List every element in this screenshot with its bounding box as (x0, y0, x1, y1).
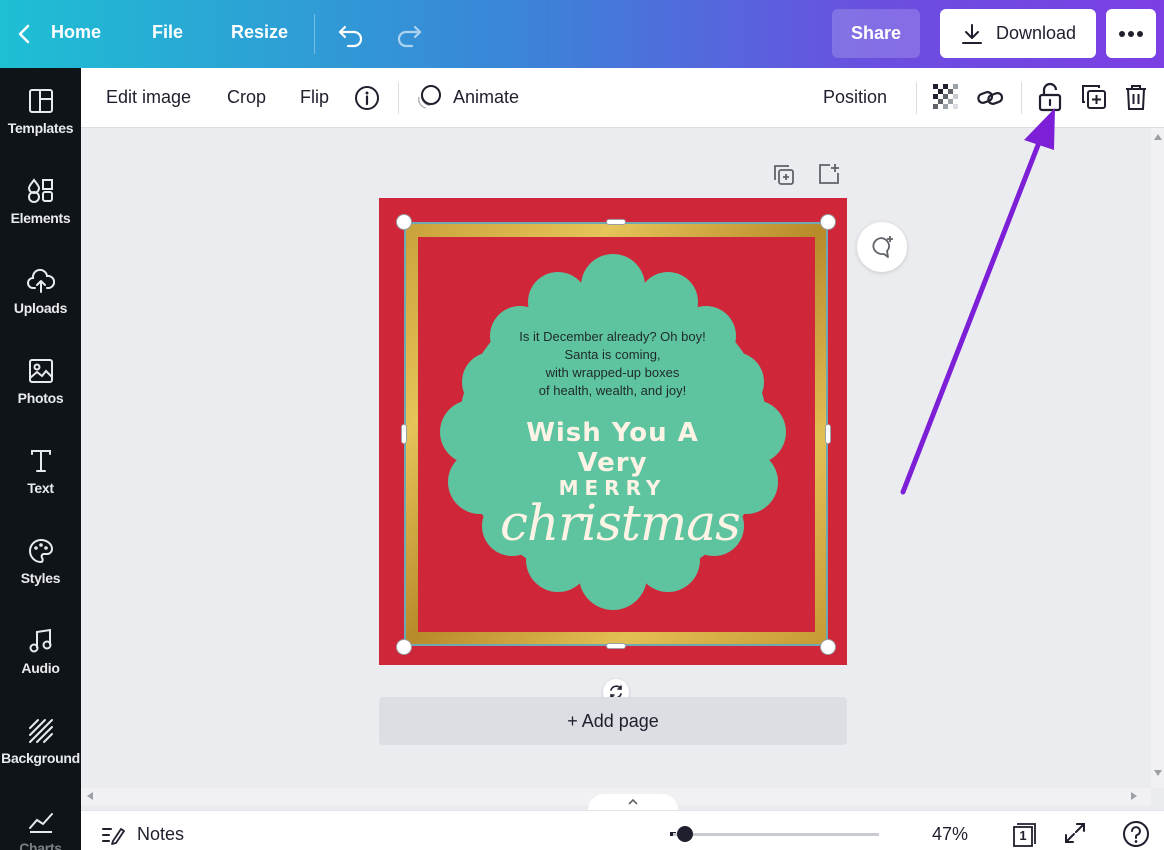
sidebar-item-elements[interactable]: Elements (0, 158, 81, 248)
background-icon (28, 719, 53, 743)
uploads-icon (26, 268, 55, 293)
sidebar-label: Photos (17, 390, 64, 406)
photos-icon (28, 359, 53, 383)
scroll-right-icon[interactable] (1131, 792, 1137, 800)
zoom-percentage[interactable]: 47% (932, 824, 968, 845)
resize-handle-left[interactable] (401, 424, 407, 444)
animate-icon[interactable] (415, 83, 443, 116)
charts-icon (28, 813, 53, 833)
scroll-left-icon[interactable] (87, 792, 93, 800)
animate-button[interactable]: Animate (453, 87, 519, 108)
page-count: 1 (1019, 828, 1027, 843)
elements-icon (27, 178, 53, 203)
edit-image-button[interactable]: Edit image (106, 87, 191, 108)
lock-icon[interactable] (1038, 82, 1062, 117)
redo-icon[interactable] (394, 19, 424, 49)
flip-button[interactable]: Flip (300, 87, 329, 108)
resize-handle-right[interactable] (825, 424, 831, 444)
add-page-icon[interactable] (818, 163, 840, 190)
resize-handle-bottom-left[interactable] (396, 639, 412, 655)
sidebar-label: Templates (7, 120, 74, 136)
duplicate-page-icon[interactable] (773, 164, 795, 191)
sidebar-label: Styles (20, 570, 61, 586)
collapse-pages-tab[interactable] (588, 794, 678, 810)
sidebar-label: Text (27, 480, 54, 496)
trash-icon[interactable] (1124, 83, 1148, 116)
transparency-icon[interactable] (933, 84, 959, 115)
text-icon (30, 450, 51, 472)
sidebar-label: Charts (19, 840, 62, 850)
bottom-bar: Notes 47% 1 (81, 810, 1164, 850)
templates-icon (28, 89, 53, 113)
scroll-down-icon[interactable] (1154, 770, 1162, 776)
vertical-scrollbar[interactable] (1151, 128, 1164, 788)
resize-handle-bottom-right[interactable] (820, 639, 836, 655)
more-dots-icon (1119, 30, 1143, 37)
resize-handle-bottom[interactable] (606, 643, 626, 649)
crop-button[interactable]: Crop (227, 87, 266, 108)
add-page-button[interactable]: + Add page (379, 697, 847, 745)
notes-icon (102, 827, 125, 845)
page-count-button[interactable]: 1 (1011, 820, 1039, 850)
link-icon[interactable] (976, 85, 1004, 116)
toolbar-divider (398, 82, 399, 114)
sidebar-item-charts[interactable]: Charts (0, 788, 81, 850)
sidebar-label: Elements (10, 210, 71, 226)
info-icon[interactable] (354, 85, 380, 116)
more-options-button[interactable] (1106, 9, 1156, 58)
zoom-slider-knob[interactable] (677, 826, 693, 842)
scroll-up-icon[interactable] (1154, 134, 1162, 140)
sidebar-label: Audio (21, 660, 60, 676)
comment-plus-icon (872, 236, 893, 258)
chevron-up-icon (628, 798, 638, 805)
styles-icon (28, 538, 53, 564)
resize-button[interactable]: Resize (231, 22, 288, 43)
sidebar-label: Background (1, 750, 80, 766)
sidebar-item-background[interactable]: Background (0, 698, 81, 788)
context-toolbar: Edit image Crop Flip Animate Position (81, 68, 1164, 128)
fullscreen-icon[interactable] (1063, 821, 1087, 850)
topbar-divider (314, 14, 315, 54)
file-menu-button[interactable]: File (152, 22, 183, 43)
sidebar-item-templates[interactable]: Templates (0, 68, 81, 158)
help-icon[interactable] (1122, 820, 1150, 850)
top-bar: Home File Resize Share Download (0, 0, 1164, 68)
left-sidebar: Templates Elements Uploads Photos Text S… (0, 68, 81, 850)
sidebar-item-text[interactable]: Text (0, 428, 81, 518)
download-label: Download (995, 23, 1077, 43)
resize-handle-top-right[interactable] (820, 214, 836, 230)
duplicate-icon[interactable] (1081, 84, 1107, 115)
share-button[interactable]: Share (832, 9, 920, 58)
audio-icon (29, 628, 51, 653)
download-button[interactable]: Download (940, 9, 1096, 58)
sidebar-item-audio[interactable]: Audio (0, 608, 81, 698)
undo-icon[interactable] (336, 19, 366, 49)
notes-button[interactable]: Notes (101, 824, 184, 845)
resize-handle-top-left[interactable] (396, 214, 412, 230)
notes-label: Notes (137, 824, 185, 844)
sidebar-item-styles[interactable]: Styles (0, 518, 81, 608)
home-button[interactable]: Home (51, 22, 101, 43)
resize-handle-top[interactable] (606, 219, 626, 225)
sidebar-label: Uploads (13, 300, 68, 316)
zoom-slider[interactable] (673, 833, 879, 836)
selection-border (404, 222, 828, 646)
back-chevron-icon[interactable] (16, 18, 32, 50)
toolbar-divider (916, 82, 917, 114)
position-button[interactable]: Position (823, 87, 887, 108)
sidebar-item-photos[interactable]: Photos (0, 338, 81, 428)
download-icon (961, 23, 982, 44)
toolbar-divider (1021, 82, 1022, 114)
sidebar-item-uploads[interactable]: Uploads (0, 248, 81, 338)
add-comment-button[interactable] (857, 222, 907, 272)
